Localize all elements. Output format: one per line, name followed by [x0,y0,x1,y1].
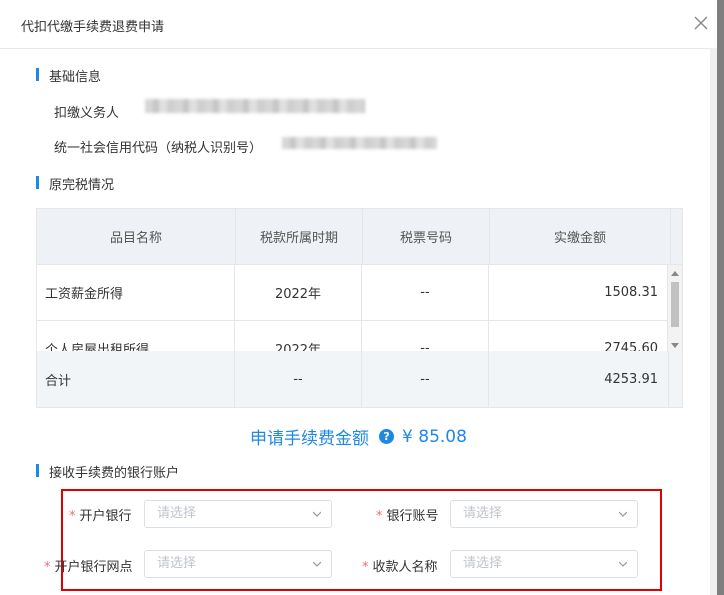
col-ticket-no: 税票号码 [363,209,490,264]
bank-label-text: 开户银行 [79,509,132,524]
required-asterisk: * [44,560,51,575]
branch-select[interactable]: 请选择 [144,550,332,578]
help-icon[interactable]: ? [379,429,395,444]
refund-dialog: 代扣代缴手续费退费申请 基础信息 扣缴义务人 统一社会信用代码（纳税人识别号） … [0,0,717,595]
total-period: -- [235,351,362,407]
account-placeholder: 请选择 [463,506,503,521]
fee-summary: 申请手续费金额 ? ¥ 85.08 [0,424,717,450]
chevron-down-icon [313,561,321,567]
fee-label: 申请手续费金额 [250,429,370,449]
table-row: 个人房屋出租所得 2022年 -- 2745.60 [37,321,682,353]
withholding-agent-value-redacted [145,99,365,113]
credit-code-value-redacted [282,137,437,149]
section-basic-info: 基础信息 [36,66,101,85]
required-asterisk: * [376,509,383,524]
cell-period: 2022年 [235,265,362,320]
section-tax-status: 原完税情况 [36,174,114,193]
fee-amount: ¥ 85.08 [402,426,467,447]
col-item-name: 品目名称 [37,209,236,264]
payee-label-text: 收款人名称 [372,560,438,575]
cell-ticket: -- [362,265,489,320]
col-period: 税款所属时期 [236,209,363,264]
scroll-thumb[interactable] [671,282,679,327]
close-icon[interactable] [691,13,711,33]
account-label-text: 银行账号 [386,509,439,524]
payee-label: * 收款人名称 [362,556,438,575]
scroll-up-icon[interactable] [671,271,679,276]
branch-label: * 开户银行网点 [44,556,133,575]
required-asterisk: * [69,509,76,524]
cell-period: 2022年 [235,321,362,353]
section-bank-account: 接收手续费的银行账户 [36,462,179,481]
payee-select[interactable]: 请选择 [450,550,638,578]
tax-table: 品目名称 税款所属时期 税票号码 实缴金额 工资薪金所得 2022年 -- 15… [36,208,683,408]
branch-placeholder: 请选择 [157,556,197,571]
total-amount: 4253.91 [489,351,669,407]
table-body: 工资薪金所得 2022年 -- 1508.31 个人房屋出租所得 2022年 -… [37,265,682,353]
table-total-row: 合计 -- -- 4253.91 [37,351,682,407]
table-header: 品目名称 税款所属时期 税票号码 实缴金额 [37,209,682,265]
scroll-down-icon[interactable] [671,343,679,348]
dialog-scrollbar[interactable] [710,48,717,595]
withholding-agent-label: 扣缴义务人 [54,106,120,121]
dialog-title: 代扣代缴手续费退费申请 [21,20,165,35]
cell-item: 工资薪金所得 [37,265,235,320]
cell-amount: 2745.60 [489,321,669,353]
chevron-down-icon [313,511,321,517]
bank-select[interactable]: 请选择 [144,500,332,528]
cell-amount: 1508.31 [489,265,669,320]
table-row: 工资薪金所得 2022年 -- 1508.31 [37,265,682,321]
payee-placeholder: 请选择 [463,556,503,571]
total-label: 合计 [37,351,235,407]
dialog-header: 代扣代缴手续费退费申请 [0,0,717,49]
total-ticket: -- [362,351,489,407]
col-amount: 实缴金额 [490,209,671,264]
required-asterisk: * [362,560,369,575]
cell-ticket: -- [362,321,489,353]
account-label: * 银行账号 [376,505,439,524]
branch-label-text: 开户银行网点 [54,560,133,575]
account-select[interactable]: 请选择 [450,500,638,528]
cell-item: 个人房屋出租所得 [37,321,235,353]
chevron-down-icon [619,511,627,517]
bank-label: * 开户银行 [69,505,132,524]
credit-code-label: 统一社会信用代码（纳税人识别号） [54,141,263,156]
chevron-down-icon [619,561,627,567]
table-scrollbar[interactable] [667,265,682,352]
bank-placeholder: 请选择 [157,506,197,521]
